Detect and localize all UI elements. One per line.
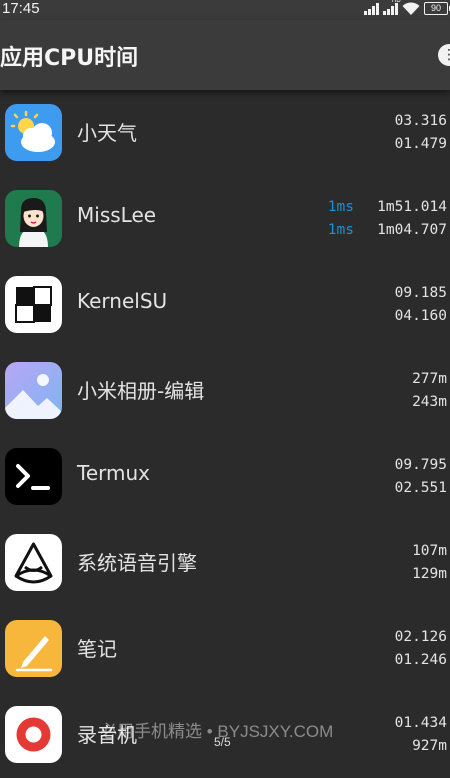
signal-icon xyxy=(364,2,379,15)
termux-app-icon xyxy=(5,448,62,505)
signal-hd-icon: HD xyxy=(383,0,401,15)
list-item[interactable]: 小天气 03.316 01.479 xyxy=(0,90,450,176)
list-item[interactable]: 笔记 02.126 01.246 xyxy=(0,606,450,692)
status-icons: HD 90 xyxy=(364,0,450,15)
cpu-time-ms-secondary: 1ms xyxy=(327,222,354,238)
cpu-time-primary: 09.185 xyxy=(394,285,447,301)
notes-app-icon xyxy=(5,620,62,677)
cpu-time-secondary: 1m04.707 xyxy=(377,222,447,238)
list-item[interactable]: 系统语音引擎 107m 129m xyxy=(0,520,450,606)
more-menu-button[interactable]: ⋮ xyxy=(438,44,450,66)
list-item[interactable]: MissLee 1ms 1ms 1m51.014 1m04.707 xyxy=(0,176,450,262)
status-bar: 17:45 HD 90 xyxy=(0,0,450,20)
kernelsu-app-icon xyxy=(5,276,62,333)
app-toolbar: 应用CPU时间 ⋮ xyxy=(0,20,450,90)
app-name: KernelSU xyxy=(77,289,168,313)
battery-icon: 90 xyxy=(424,2,450,15)
app-name: 笔记 xyxy=(77,637,117,661)
gallery-editor-app-icon xyxy=(5,362,62,419)
voice-engine-app-icon xyxy=(5,534,62,591)
cpu-time-primary: 09.795 xyxy=(394,457,447,473)
recorder-app-icon xyxy=(5,706,62,763)
app-name: MissLee xyxy=(77,203,157,227)
page-indicator: 5/5 xyxy=(214,735,231,749)
cpu-time-secondary: 01.479 xyxy=(394,136,447,152)
cpu-time-primary: 277m xyxy=(412,371,447,387)
app-name: 小天气 xyxy=(77,121,137,145)
cpu-time-secondary: 01.246 xyxy=(394,652,447,668)
network-type-label: HD xyxy=(392,0,401,4)
cpu-time-secondary: 243m xyxy=(412,394,447,410)
cpu-time-secondary: 04.160 xyxy=(394,308,447,324)
cpu-time-primary: 01.434 xyxy=(394,715,447,731)
app-name: 系统语音引擎 xyxy=(77,551,197,575)
status-time: 17:45 xyxy=(2,0,40,17)
app-cpu-list[interactable]: 小天气 03.316 01.479 MissLee 1ms 1ms 1m51.0… xyxy=(0,90,450,778)
app-name: 小米相册-编辑 xyxy=(77,379,205,403)
cpu-time-secondary: 129m xyxy=(412,566,447,582)
list-item[interactable]: 小米相册-编辑 277m 243m xyxy=(0,348,450,434)
misslee-app-icon xyxy=(5,190,62,247)
cpu-time-ms-primary: 1ms xyxy=(327,199,354,215)
list-item[interactable]: KernelSU 09.185 04.160 xyxy=(0,262,450,348)
wifi-icon xyxy=(402,2,420,15)
cpu-time-primary: 107m xyxy=(412,543,447,559)
cpu-time-secondary: 02.551 xyxy=(394,480,447,496)
cpu-time-secondary: 927m xyxy=(412,738,447,754)
app-name: Termux xyxy=(77,461,150,485)
weather-app-icon xyxy=(5,104,62,161)
cpu-time-primary: 1m51.014 xyxy=(377,199,447,215)
cpu-time-primary: 03.316 xyxy=(394,113,447,129)
page-title: 应用CPU时间 xyxy=(0,46,139,71)
cpu-time-primary: 02.126 xyxy=(394,629,447,645)
list-item[interactable]: Termux 09.795 02.551 xyxy=(0,434,450,520)
